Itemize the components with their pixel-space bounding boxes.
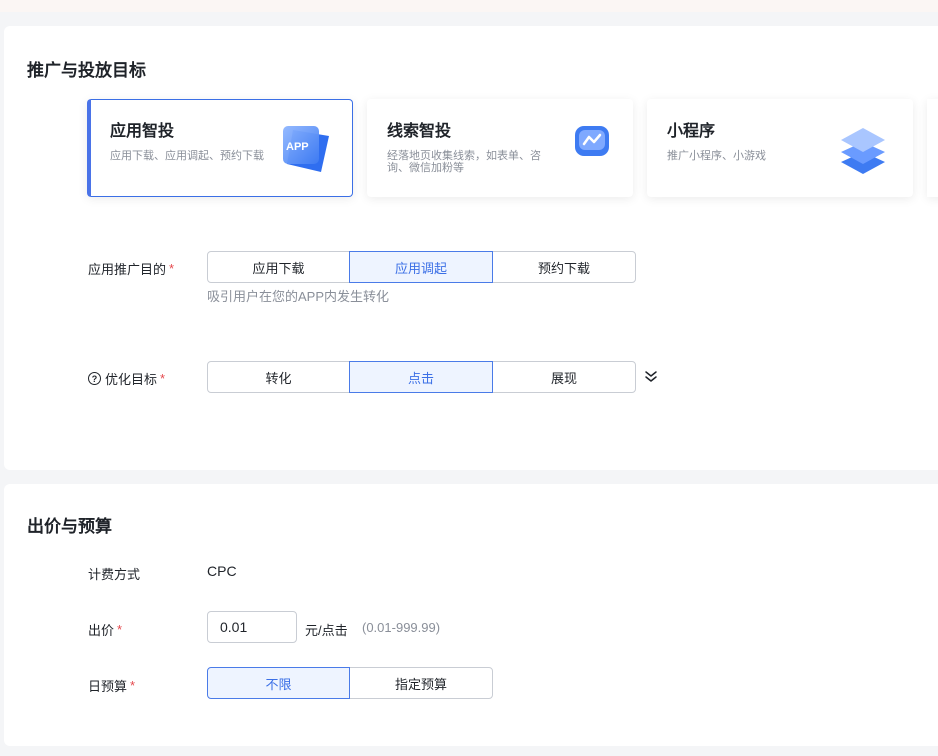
bid-unit: 元/点击 [305, 623, 348, 638]
goal-name: 小程序 [667, 123, 716, 140]
purpose-label: 应用推广目的 * [88, 259, 174, 278]
bidding-section: 出价与预算 计费方式 CPC 出价* 元/点击 (0.01-999.99) 日预… [4, 484, 938, 746]
question-circle-icon[interactable]: ? [88, 372, 101, 385]
budget-label: 日预算 * [88, 676, 135, 695]
budget-option-specified[interactable]: 指定预算 [349, 667, 493, 699]
required-mark: * [130, 678, 136, 693]
goal-desc: 应用下载、应用调起、预约下载 [110, 150, 264, 162]
app-icon-text: APP [286, 141, 309, 153]
top-strip [0, 0, 938, 12]
purpose-option-invoke[interactable]: 应用调起 [349, 251, 493, 283]
bid-range: (0.01-999.99) [362, 620, 441, 635]
chat-bubble-icon [575, 126, 609, 156]
goal-card-miniprogram[interactable]: 小程序 推广小程序、小游戏 [647, 99, 913, 197]
goal-desc: 经落地页收集线索，如表单、咨询、微信加粉等 [387, 150, 541, 174]
optimize-option-conversion[interactable]: 转化 [207, 361, 350, 393]
optimize-segmented: 转化 点击 展现 [207, 361, 636, 393]
budget-option-unlimited[interactable]: 不限 [207, 667, 350, 699]
app-icon: APP [283, 126, 329, 172]
goal-name: 应用智投 [110, 123, 175, 140]
budget-segmented: 不限 指定预算 [207, 667, 493, 699]
billing-value: CPC [207, 563, 237, 579]
required-mark: * [169, 261, 175, 276]
goal-card-partial[interactable] [927, 99, 938, 197]
goal-card-leads[interactable]: 线索智投 经落地页收集线索，如表单、咨询、微信加粉等 [367, 99, 633, 197]
goal-desc: 推广小程序、小游戏 [667, 150, 766, 162]
optimize-option-click[interactable]: 点击 [349, 361, 493, 393]
purpose-label-text: 应用推广目的 [88, 262, 167, 277]
bid-input[interactable] [207, 611, 297, 643]
optimize-label: ? 优化目标 * [88, 369, 165, 388]
optimize-label-text: 优化目标 [105, 372, 158, 387]
billing-label: 计费方式 [88, 567, 141, 582]
goal-card-app[interactable]: 应用智投 应用下载、应用调起、预约下载 APP [87, 99, 353, 197]
targeting-section: 推广与投放目标 应用智投 应用下载、应用调起、预约下载 APP 线索智投 经落地… [4, 26, 938, 470]
bid-label-text: 出价 [88, 623, 115, 638]
purpose-option-reserve[interactable]: 预约下载 [492, 251, 636, 283]
targeting-title: 推广与投放目标 [27, 61, 146, 80]
purpose-hint: 吸引用户在您的APP内发生转化 [207, 289, 390, 304]
required-mark: * [160, 371, 166, 386]
goal-name: 线索智投 [387, 123, 452, 140]
double-chevron-down-icon[interactable] [644, 369, 658, 383]
layers-icon [841, 128, 885, 174]
optimize-option-impression[interactable]: 展现 [492, 361, 636, 393]
required-mark: * [117, 622, 123, 637]
bid-label: 出价 * [88, 620, 122, 639]
purpose-option-download[interactable]: 应用下载 [207, 251, 350, 283]
budget-label-text: 日预算 [88, 679, 128, 694]
purpose-segmented: 应用下载 应用调起 预约下载 [207, 251, 636, 283]
bidding-title: 出价与预算 [27, 517, 112, 536]
